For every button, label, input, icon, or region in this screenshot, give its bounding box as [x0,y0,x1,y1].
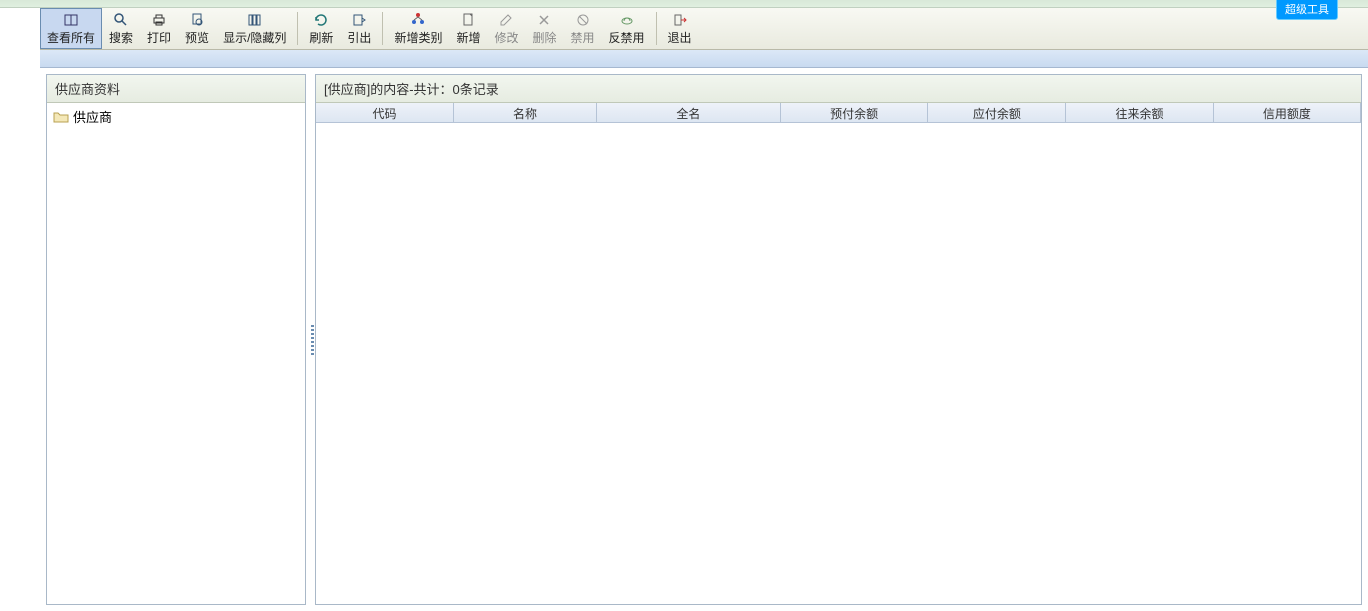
left-panel: 供应商资料 供应商 [46,74,306,605]
modify-button: 修改 [487,8,525,49]
toolbar: 查看所有 搜索 打印 预览 显示/隐藏列 刷新 引出 [0,8,1368,50]
add-category-label: 新增类别 [394,29,442,46]
modify-label: 修改 [494,29,518,46]
left-panel-header: 供应商资料 [47,75,305,103]
right-panel-header: [供应商]的内容-共计：0条记录 [316,75,1361,103]
disable-button: 禁用 [564,8,602,49]
grid-column-header[interactable]: 全名 [597,103,781,122]
export-icon [351,12,367,28]
corner-tag[interactable]: 超级工具 [1276,0,1338,20]
refresh-button[interactable]: 刷新 [302,8,340,49]
print-label: 打印 [147,29,171,46]
ban-icon [575,12,591,28]
preview-label: 预览 [185,29,209,46]
folder-icon [53,110,69,124]
top-title-strip: 超级工具 [0,0,1368,8]
left-gutter [0,0,40,611]
show-hide-columns-button[interactable]: 显示/隐藏列 [216,8,293,49]
grid-column-header[interactable]: 往来余额 [1066,103,1213,122]
printer-icon [151,12,167,28]
sub-toolbar-strip [0,50,1368,68]
preview-button[interactable]: 预览 [178,8,216,49]
exit-button[interactable]: 退出 [661,8,699,49]
exit-label: 退出 [668,29,692,46]
new-doc-icon [460,12,476,28]
grid-column-header[interactable]: 代码 [316,103,454,122]
refresh-label: 刷新 [309,29,333,46]
grid-header-row: 代码名称全名预付余额应付余额往来余额信用额度 [316,103,1361,123]
columns-icon [247,12,263,28]
tree-item-label: 供应商 [73,107,112,126]
view-all-label: 查看所有 [47,29,95,46]
export-label: 引出 [347,29,371,46]
refresh-icon [313,12,329,28]
add-new-button[interactable]: 新增 [449,8,487,49]
unlock-icon [619,12,635,28]
right-panel: [供应商]的内容-共计：0条记录 代码名称全名预付余额应付余额往来余额信用额度 [315,74,1362,605]
toolbar-separator [297,12,298,45]
splitter-grip-icon [311,325,314,355]
search-label: 搜索 [109,29,133,46]
delete-button: 删除 [525,8,563,49]
show-hide-columns-label: 显示/隐藏列 [223,29,286,46]
main-area: 供应商资料 供应商 [供应商]的内容-共计：0条记录 代码名称全名预付余额应付余… [40,68,1368,611]
print-button[interactable]: 打印 [140,8,178,49]
book-open-icon [63,12,79,28]
exit-icon [672,12,688,28]
grid-column-header[interactable]: 信用额度 [1214,103,1361,122]
enable-button[interactable]: 反禁用 [602,8,652,49]
search-button[interactable]: 搜索 [102,8,140,49]
tree-root-item[interactable]: 供应商 [51,105,301,128]
toolbar-separator [656,12,657,45]
toolbar-separator [382,12,383,45]
enable-label: 反禁用 [609,29,645,46]
grid-column-header[interactable]: 名称 [454,103,597,122]
tree-add-icon [410,12,426,28]
supplier-grid[interactable]: 代码名称全名预付余额应付余额往来余额信用额度 [316,103,1361,604]
view-all-button[interactable]: 查看所有 [40,8,102,49]
search-icon [113,12,129,28]
grid-column-header[interactable]: 预付余额 [781,103,928,122]
add-category-button[interactable]: 新增类别 [387,8,449,49]
delete-label: 删除 [532,29,556,46]
preview-icon [189,12,205,28]
edit-icon [498,12,514,28]
grid-column-header[interactable]: 应付余额 [928,103,1066,122]
export-button[interactable]: 引出 [340,8,378,49]
supplier-tree[interactable]: 供应商 [47,103,305,604]
add-new-label: 新增 [456,29,480,46]
delete-icon [536,12,552,28]
disable-label: 禁用 [571,29,595,46]
